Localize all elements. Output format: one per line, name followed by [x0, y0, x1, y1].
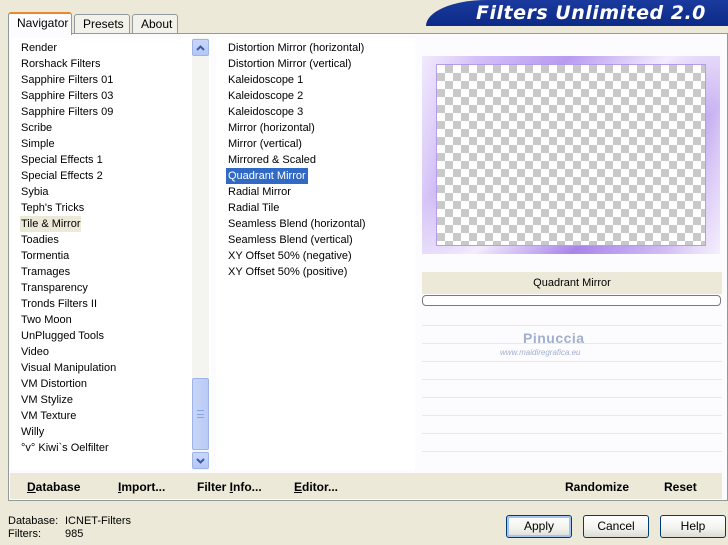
filter-item[interactable]: Mirror (vertical): [226, 136, 304, 152]
category-item[interactable]: Toadies: [20, 232, 60, 248]
chevron-up-icon: [196, 44, 205, 51]
param-divider: [422, 397, 722, 398]
apply-button[interactable]: Apply: [506, 515, 572, 538]
filter-item[interactable]: XY Offset 50% (positive): [226, 264, 349, 280]
filter-item[interactable]: Mirror (horizontal): [226, 120, 317, 136]
filter-item[interactable]: Seamless Blend (horizontal): [226, 216, 368, 232]
category-item[interactable]: Tile & Mirror: [20, 216, 82, 232]
param-divider: [422, 361, 722, 362]
filter-item[interactable]: Quadrant Mirror: [226, 168, 308, 184]
help-button[interactable]: Help: [660, 515, 726, 538]
category-item[interactable]: Render: [20, 40, 58, 56]
preview-panel: [422, 56, 720, 254]
category-item[interactable]: Willy: [20, 424, 45, 440]
param-divider: [422, 325, 722, 326]
filter-info-label: nfo...: [233, 480, 262, 494]
filter-item[interactable]: Kaleidoscope 2: [226, 88, 305, 104]
scroll-down-button[interactable]: [192, 452, 209, 469]
param-divider: [422, 379, 722, 380]
current-filter-name: Quadrant Mirror: [422, 272, 722, 294]
database-status-label: Database:: [8, 515, 59, 527]
category-item[interactable]: °v° Kiwi`s Oelfilter: [20, 440, 110, 456]
filter-list[interactable]: Distortion Mirror (horizontal) Distortion…: [216, 38, 415, 470]
title-banner: Filters Unlimited 2.0: [426, 0, 728, 26]
category-item[interactable]: Tramages: [20, 264, 71, 280]
category-scrollbar[interactable]: [192, 38, 209, 470]
filter-item[interactable]: Radial Tile: [226, 200, 281, 216]
category-item[interactable]: Simple: [20, 136, 56, 152]
filter-item[interactable]: Kaleidoscope 3: [226, 104, 305, 120]
filters-status-label: Filters:: [8, 528, 41, 540]
scroll-thumb[interactable]: [192, 378, 209, 450]
import-button[interactable]: Import...: [118, 479, 165, 495]
filter-info-prefix: Filter: [197, 480, 230, 494]
tab-about[interactable]: About: [132, 14, 178, 34]
chevron-down-icon: [196, 457, 205, 464]
editor-button[interactable]: Editor...: [294, 479, 338, 495]
editor-mnemonic: E: [294, 480, 303, 494]
grip-icon: [197, 410, 204, 418]
watermark-name: Pinuccia: [523, 330, 585, 346]
randomize-button[interactable]: Randomize: [565, 479, 629, 495]
reset-button[interactable]: Reset: [664, 479, 697, 495]
cancel-button[interactable]: Cancel: [583, 515, 649, 538]
database-label: atabase: [35, 480, 81, 494]
filter-info-button[interactable]: Filter Info...: [197, 479, 262, 495]
category-item[interactable]: Tormentia: [20, 248, 70, 264]
database-button[interactable]: Database: [27, 479, 80, 495]
category-item[interactable]: Two Moon: [20, 312, 73, 328]
filter-item[interactable]: Radial Mirror: [226, 184, 293, 200]
category-item[interactable]: Visual Manipulation: [20, 360, 117, 376]
app-title: Filters Unlimited 2.0: [476, 2, 706, 24]
filter-item[interactable]: Kaleidoscope 1: [226, 72, 305, 88]
category-item[interactable]: VM Texture: [20, 408, 77, 424]
category-item[interactable]: Tronds Filters II: [20, 296, 98, 312]
category-item[interactable]: Sapphire Filters 01: [20, 72, 114, 88]
tab-navigator[interactable]: Navigator: [8, 12, 72, 35]
status-values: ICNET-Filters 985: [65, 515, 131, 541]
progress-bar: [422, 295, 721, 306]
category-item[interactable]: VM Stylize: [20, 392, 74, 408]
watermark-url: www.maidiregrafica.eu: [500, 348, 581, 357]
param-divider: [422, 415, 722, 416]
database-mnemonic: D: [27, 480, 36, 494]
filter-item[interactable]: Distortion Mirror (horizontal): [226, 40, 366, 56]
filter-item[interactable]: Seamless Blend (vertical): [226, 232, 355, 248]
database-status-value: ICNET-Filters: [65, 515, 131, 527]
editor-label: ditor...: [302, 480, 339, 494]
category-item[interactable]: Sapphire Filters 09: [20, 104, 114, 120]
category-item[interactable]: Scribe: [20, 120, 53, 136]
scroll-up-button[interactable]: [192, 39, 209, 56]
category-item[interactable]: UnPlugged Tools: [20, 328, 105, 344]
category-item[interactable]: Rorshack Filters: [20, 56, 101, 72]
category-item[interactable]: Transparency: [20, 280, 89, 296]
toolbar: Database Import... Filter Info... Editor…: [10, 473, 722, 499]
category-item[interactable]: Sybia: [20, 184, 50, 200]
category-item[interactable]: Sapphire Filters 03: [20, 88, 114, 104]
param-divider: [422, 433, 722, 434]
category-list[interactable]: Render Rorshack Filters Sapphire Filters 0…: [10, 38, 211, 470]
filters-status-value: 985: [65, 528, 84, 540]
status-labels: Database: Filters:: [8, 515, 58, 541]
category-item[interactable]: Teph's Tricks: [20, 200, 85, 216]
tab-presets[interactable]: Presets: [74, 14, 130, 34]
filter-item[interactable]: Distortion Mirror (vertical): [226, 56, 353, 72]
preview-image: [436, 64, 706, 246]
filter-item[interactable]: Mirrored & Scaled: [226, 152, 318, 168]
category-item[interactable]: Video: [20, 344, 50, 360]
import-label: mport...: [121, 480, 166, 494]
param-divider: [422, 451, 722, 452]
category-item[interactable]: VM Distortion: [20, 376, 88, 392]
filter-item[interactable]: XY Offset 50% (negative): [226, 248, 354, 264]
category-item[interactable]: Special Effects 2: [20, 168, 104, 184]
category-item[interactable]: Special Effects 1: [20, 152, 104, 168]
